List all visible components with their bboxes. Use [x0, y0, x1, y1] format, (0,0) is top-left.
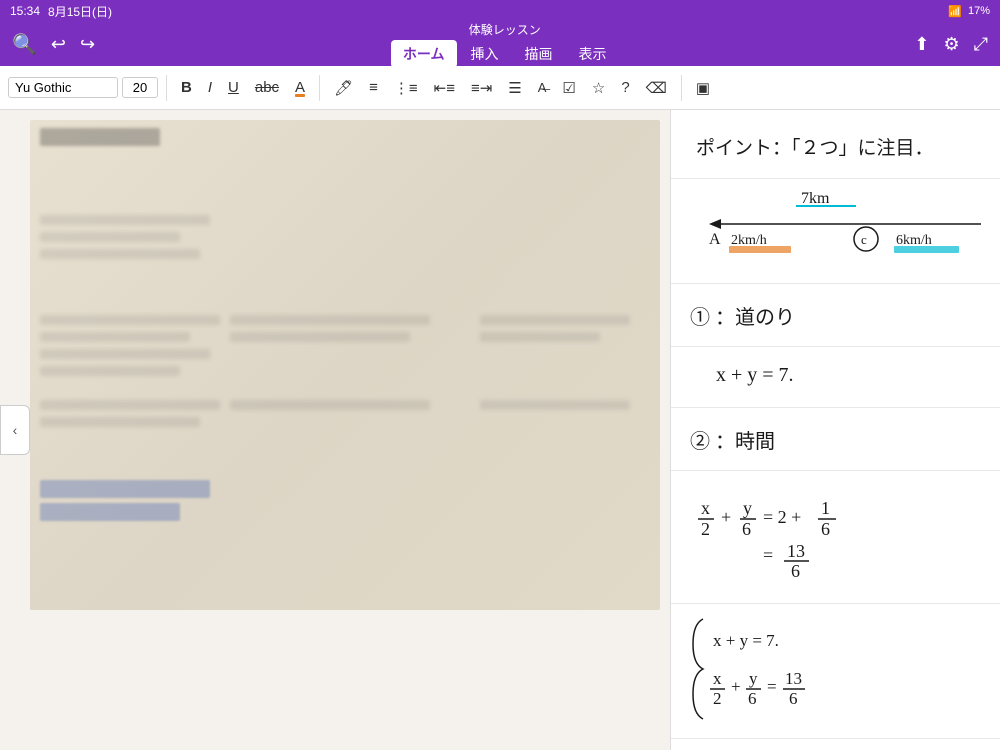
nav-bar: 🔍 ↩ ↪ 体験レッスン ホーム 挿入 描画 表示 ⬆ ⚙ ⤢ [0, 22, 1000, 66]
toolbar-sep-3 [681, 75, 682, 101]
svg-text:6km/h: 6km/h [896, 233, 932, 248]
section5-svg: ② ：時間 [685, 422, 885, 460]
note-section-4: x + y = 7. [671, 347, 1000, 408]
star-button[interactable]: ☆ [586, 76, 611, 100]
svg-text:6: 6 [821, 519, 830, 539]
note-section-1: ポイント：「２つ」に注目． [671, 110, 1000, 179]
svg-text:x + y = 7.: x + y = 7. [716, 364, 794, 386]
note-section-diagram: 7km A 2km/h c 6km/h [671, 179, 1000, 284]
tab-view[interactable]: 表示 [567, 40, 619, 68]
font-color-indicator [295, 94, 305, 97]
svg-text:y: y [743, 498, 752, 518]
section1-svg: ポイント：「２つ」に注目． [691, 126, 991, 166]
italic-button[interactable]: I [202, 76, 218, 99]
search-icon[interactable]: 🔍 [12, 32, 37, 57]
svg-text:=: = [767, 677, 777, 696]
settings-icon[interactable]: ⚙ [943, 34, 959, 55]
font-size-input[interactable] [122, 77, 158, 98]
bullet-list-button[interactable]: ≡ [363, 76, 384, 99]
wifi-icon: 📶 [948, 5, 962, 18]
section7-svg: x + y = 7. x 2 + y 6 = 13 6 [685, 614, 985, 724]
indent-increase-button[interactable]: ≡⇥ [465, 76, 498, 100]
redo-icon[interactable]: ↪ [80, 34, 95, 55]
svg-text:2: 2 [701, 519, 710, 539]
svg-text:② ：時間: ② ：時間 [690, 430, 775, 453]
format-clear-button[interactable]: A̶ [532, 77, 553, 98]
bold-button[interactable]: B [175, 76, 198, 99]
align-button[interactable]: ☰ [502, 76, 527, 100]
checkbox-button[interactable]: ☑ [556, 76, 581, 100]
numbered-list-button[interactable]: ⋮≡ [388, 76, 424, 100]
svg-text:2: 2 [713, 689, 722, 708]
svg-text:x: x [701, 498, 710, 518]
undo-icon[interactable]: ↩ [51, 34, 66, 55]
svg-text:① ：道のり: ① ：道のり [690, 306, 795, 329]
right-panel[interactable]: ポイント：「２つ」に注目． 7km A 2km/h c [670, 110, 1000, 750]
eraser-button[interactable]: ⌫ [640, 76, 673, 100]
date-display: 8月15日(日) [48, 3, 112, 20]
svg-text:x + y = 7.: x + y = 7. [713, 631, 779, 650]
svg-text:13: 13 [787, 541, 805, 561]
chevron-left-icon: ‹ [13, 422, 18, 438]
svg-text:+: + [731, 677, 741, 696]
svg-text:x: x [713, 669, 722, 688]
section4-svg: x + y = 7. [711, 355, 911, 393]
fullscreen-icon[interactable]: ⤢ [974, 34, 988, 55]
tab-home[interactable]: ホーム [391, 40, 457, 68]
collapse-nav-button[interactable]: ‹ [0, 405, 30, 455]
status-bar: 15:34 8月15日(日) 📶 17% [0, 0, 1000, 22]
svg-text:1: 1 [821, 498, 830, 518]
toolbar-sep-2 [319, 75, 320, 101]
svg-text:c: c [861, 232, 867, 247]
section3-svg: ① ：道のり [685, 298, 925, 336]
font-name-input[interactable] [8, 77, 118, 98]
svg-text:6: 6 [791, 561, 800, 581]
svg-text:=: = [763, 545, 773, 565]
toolbar-sep-1 [166, 75, 167, 101]
svg-text:= 2 +: = 2 + [763, 507, 801, 527]
svg-text:A: A [709, 231, 721, 248]
svg-text:+: + [721, 507, 731, 527]
note-section-3: ① ：道のり [671, 284, 1000, 347]
highlight-button[interactable]: 🖊 [328, 76, 359, 100]
battery-display: 17% [968, 5, 990, 17]
svg-text:ポイント：「２つ」に注目．: ポイント：「２つ」に注目． [696, 137, 934, 159]
svg-text:6: 6 [742, 519, 751, 539]
app-title: 体験レッスン [469, 21, 541, 38]
underline-button[interactable]: U [222, 76, 245, 99]
note-section-5: ② ：時間 [671, 408, 1000, 471]
time-display: 15:34 [10, 4, 40, 18]
svg-text:y: y [749, 669, 758, 688]
section6-svg: x 2 + y 6 = 2 + 1 6 = 13 6 [691, 479, 991, 589]
help-button[interactable]: ? [615, 76, 635, 99]
tab-draw[interactable]: 描画 [513, 40, 565, 68]
svg-text:6: 6 [748, 689, 757, 708]
svg-text:6: 6 [789, 689, 798, 708]
svg-text:7km: 7km [801, 190, 830, 207]
textbook-image [30, 120, 660, 610]
indent-decrease-button[interactable]: ⇤≡ [428, 76, 461, 100]
font-color-button[interactable]: A [289, 76, 311, 99]
strikethrough-button[interactable]: abc [249, 76, 285, 99]
fullpage-button[interactable]: ▣ [690, 76, 716, 100]
diagram-svg: 7km A 2km/h c 6km/h [681, 189, 1000, 269]
left-panel: ‹ [0, 110, 670, 750]
note-section-6: x 2 + y 6 = 2 + 1 6 = 13 6 [671, 471, 1000, 604]
svg-text:2km/h: 2km/h [731, 233, 767, 248]
svg-text:13: 13 [785, 669, 802, 688]
tab-insert[interactable]: 挿入 [459, 40, 511, 68]
content-area: ‹ [0, 110, 1000, 750]
toolbar: B I U abc A 🖊 ≡ ⋮≡ ⇤≡ ≡⇥ ☰ A̶ ☑ ☆ ? ⌫ ▣ [0, 66, 1000, 110]
share-icon[interactable]: ⬆ [914, 34, 929, 55]
note-section-7: x + y = 7. x 2 + y 6 = 13 6 [671, 604, 1000, 739]
